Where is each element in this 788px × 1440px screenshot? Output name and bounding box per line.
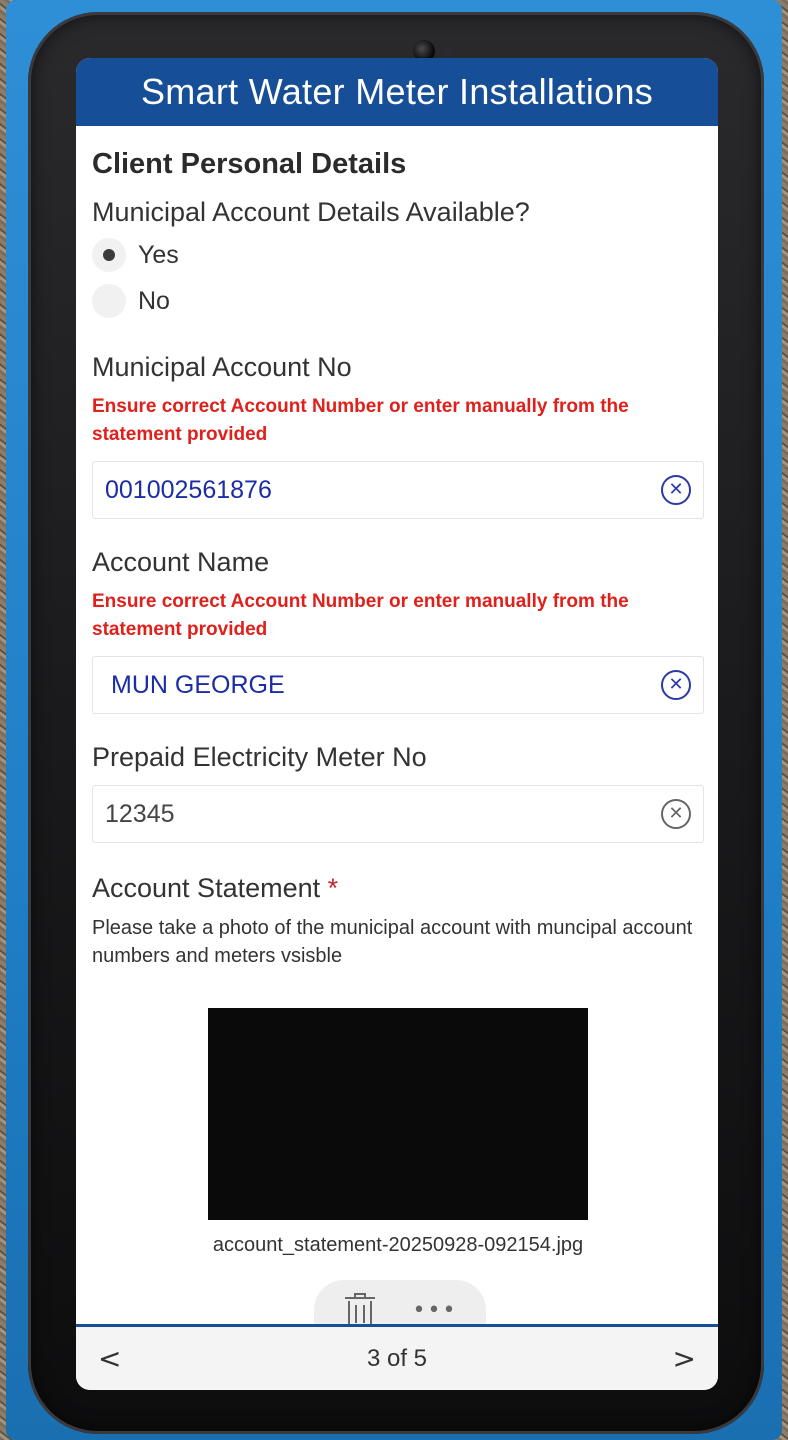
radio-label-no: No xyxy=(138,286,170,315)
account-name-input[interactable]: MUN GEORGE ✕ xyxy=(92,656,704,714)
electricity-meter-value[interactable]: 12345 xyxy=(105,800,661,829)
account-details-question: Municipal Account Details Available? xyxy=(92,197,530,227)
chevron-left-icon[interactable]: < xyxy=(98,1342,128,1375)
electricity-meter-input[interactable]: 12345 ✕ xyxy=(92,785,704,843)
account-no-input[interactable]: 001002561876 ✕ xyxy=(92,461,704,519)
electricity-meter-label: Prepaid Electricity Meter No xyxy=(92,742,427,772)
page-indicator: 3 of 5 xyxy=(366,1344,428,1372)
more-icon[interactable]: ••• xyxy=(413,1298,458,1323)
account-no-label: Municipal Account No xyxy=(92,352,352,382)
account-name-label: Account Name xyxy=(92,547,270,577)
required-marker: * xyxy=(327,873,339,903)
pager-footer: < 3 of 5 > xyxy=(76,1324,718,1390)
section-title: Client Personal Details xyxy=(92,148,407,180)
photo-filename: account_statement-20250928-092154.jpg xyxy=(212,1234,584,1256)
radio-button-no[interactable] xyxy=(92,284,126,318)
account-statement-description: Please take a photo of the municipal acc… xyxy=(92,917,693,967)
radio-label-yes: Yes xyxy=(138,240,179,269)
account-name-hint: Ensure correct Account Number or enter m… xyxy=(92,591,629,640)
account-statement-label-text: Account Statement xyxy=(92,873,321,903)
account-details-radio-group: Yes No xyxy=(92,232,704,324)
account-no-hint: Ensure correct Account Number or enter m… xyxy=(92,396,629,445)
account-no-value[interactable]: 001002561876 xyxy=(105,476,661,505)
radio-selected-dot xyxy=(103,249,115,261)
trash-icon[interactable] xyxy=(343,1293,377,1327)
app-screen: Smart Water Meter Installations Client P… xyxy=(76,58,718,1390)
radio-button-yes[interactable] xyxy=(92,238,126,272)
account-name-value[interactable]: MUN GEORGE xyxy=(105,671,661,700)
app-title: Smart Water Meter Installations xyxy=(140,71,654,112)
account-statement-photo[interactable] xyxy=(208,1008,588,1220)
app-header: Smart Water Meter Installations xyxy=(76,58,718,126)
clear-circle-icon[interactable]: ✕ xyxy=(661,799,691,829)
chevron-right-icon[interactable]: > xyxy=(666,1342,696,1375)
account-statement-label: Account Statement * xyxy=(92,873,704,904)
form-content: Client Personal Details Municipal Accoun… xyxy=(76,148,718,1257)
radio-option-yes[interactable]: Yes xyxy=(92,232,704,278)
sensor-icon xyxy=(444,46,454,56)
clear-circle-icon[interactable]: ✕ xyxy=(661,475,691,505)
clear-circle-icon[interactable]: ✕ xyxy=(661,670,691,700)
radio-option-no[interactable]: No xyxy=(92,278,704,324)
